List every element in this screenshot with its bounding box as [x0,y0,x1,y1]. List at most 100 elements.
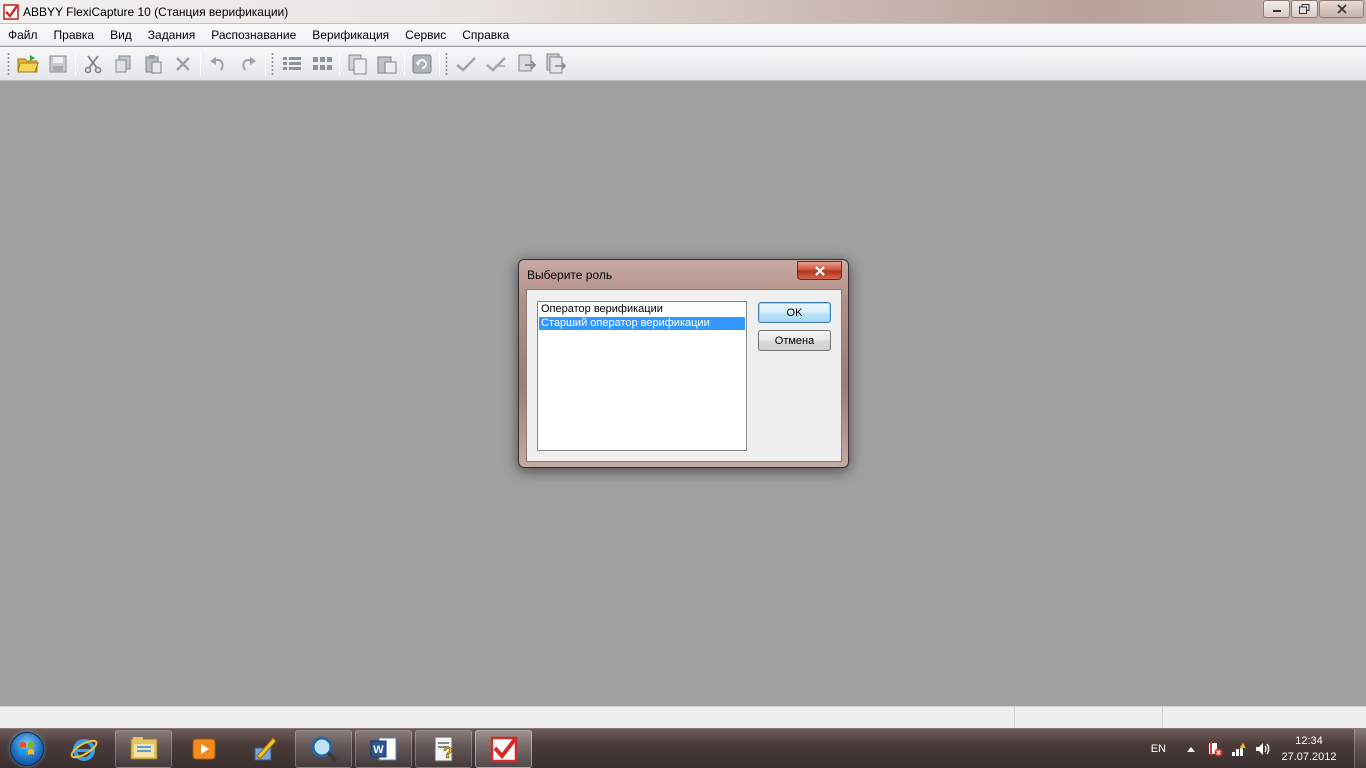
paste-page-button[interactable] [372,50,402,78]
taskbar-search-app[interactable] [295,729,352,768]
dialog-close-button[interactable] [797,261,842,280]
windows-taskbar: W ? EN 12:34 27.07.2012 [0,728,1366,768]
menu-service[interactable]: Сервис [397,24,454,46]
help-icon: ? [434,736,453,762]
taskbar-file-explorer[interactable] [115,729,172,768]
close-icon [1336,4,1347,14]
refresh-icon [412,54,432,73]
network-icon[interactable] [1230,740,1248,758]
open-button[interactable] [13,50,43,78]
taskbar-word[interactable]: W [355,729,412,768]
thumbnails-view-button[interactable] [307,50,337,78]
windows-logo-icon [10,731,44,766]
toolbar-grip[interactable] [445,51,448,76]
menu-edit[interactable]: Правка [46,24,103,46]
select-role-dialog: Выберите роль Оператор верификации Старш… [518,259,849,468]
menu-file[interactable]: Файл [0,24,46,46]
action-center-icon[interactable] [1206,740,1224,758]
role-listbox[interactable]: Оператор верификации Старший оператор ве… [537,301,747,451]
show-hidden-icons-button[interactable] [1182,740,1200,758]
system-tray: EN 12:34 27.07.2012 [1151,729,1366,768]
flexicapture-app-icon [3,3,19,20]
list-view-icon [283,56,301,70]
clock-time: 12:34 [1295,735,1323,747]
pen-tool-icon [254,736,277,760]
cut-icon [84,54,102,73]
main-toolbar [0,47,1366,81]
status-pane-3 [1163,707,1366,728]
toolbar-grip[interactable] [271,51,274,76]
paste-button[interactable] [138,50,168,78]
window-titlebar[interactable]: ABBYY FlexiCapture 10 (Станция верификац… [0,0,1366,24]
flexicapture-icon [490,736,518,762]
minimize-button[interactable] [1263,0,1290,18]
export-all-button[interactable] [541,50,571,78]
verify-button[interactable] [451,50,481,78]
toolbar-separator [339,51,340,76]
verify-all-icon [486,56,506,72]
taskbar-pen-tool[interactable] [235,730,292,768]
file-explorer-icon [130,736,157,759]
paste-page-icon [377,56,397,73]
export-all-icon [546,53,567,73]
role-item-operator[interactable]: Оператор верификации [539,303,745,316]
status-pane-main [0,707,1015,728]
show-desktop-button[interactable] [1354,729,1366,768]
cut-button[interactable] [78,50,108,78]
status-pane-2 [1015,707,1163,728]
dialog-body: Оператор верификации Старший оператор ве… [526,289,842,462]
menu-help[interactable]: Справка [454,24,517,46]
internet-explorer-icon [70,738,97,761]
copy-icon [115,55,131,72]
taskbar-media-player[interactable] [175,730,232,768]
start-button[interactable] [2,729,52,768]
svg-text:W: W [373,744,384,756]
list-view-button[interactable] [277,50,307,78]
open-folder-icon [17,54,39,72]
restore-icon [1299,4,1310,14]
thumbnails-view-icon [313,56,332,70]
chevron-up-icon [1187,747,1195,752]
menu-view[interactable]: Вид [102,24,140,46]
delete-button[interactable] [168,50,198,78]
refresh-button[interactable] [407,50,437,78]
media-player-icon [192,738,215,759]
export-icon [518,54,537,71]
toolbar-separator [439,51,440,76]
taskbar-internet-explorer[interactable] [55,730,112,768]
clock-date: 27.07.2012 [1281,751,1337,763]
role-item-senior-operator[interactable]: Старший оператор верификации [539,317,745,330]
svg-text:?: ? [443,745,453,762]
menu-tasks[interactable]: Задания [140,24,203,46]
taskbar-flexicapture[interactable] [475,729,532,768]
save-icon [49,55,67,72]
restore-button[interactable] [1291,0,1318,18]
taskbar-clock[interactable]: 12:34 27.07.2012 [1278,733,1340,765]
language-indicator[interactable]: EN [1151,743,1166,755]
redo-icon [242,56,256,70]
menu-verification[interactable]: Верификация [304,24,397,46]
save-button[interactable] [43,50,73,78]
menu-recognition[interactable]: Распознавание [203,24,304,46]
status-bar [0,706,1366,728]
undo-button[interactable] [203,50,233,78]
close-button[interactable] [1319,0,1364,18]
redo-button[interactable] [233,50,263,78]
paste-icon [145,54,162,73]
toolbar-separator [75,51,76,76]
copy-page-button[interactable] [342,50,372,78]
verify-all-button[interactable] [481,50,511,78]
ok-button[interactable]: OK [758,302,831,323]
window-title: ABBYY FlexiCapture 10 (Станция верификац… [23,4,289,19]
cancel-button[interactable]: Отмена [758,330,831,351]
toolbar-grip[interactable] [7,51,10,76]
volume-icon[interactable] [1254,740,1272,758]
copy-button[interactable] [108,50,138,78]
taskbar-help[interactable]: ? [415,729,472,768]
window-controls [1262,0,1364,18]
word-icon: W [370,737,396,760]
export-button[interactable] [511,50,541,78]
undo-icon [210,56,224,70]
toolbar-separator [404,51,405,76]
verify-icon [456,56,476,72]
